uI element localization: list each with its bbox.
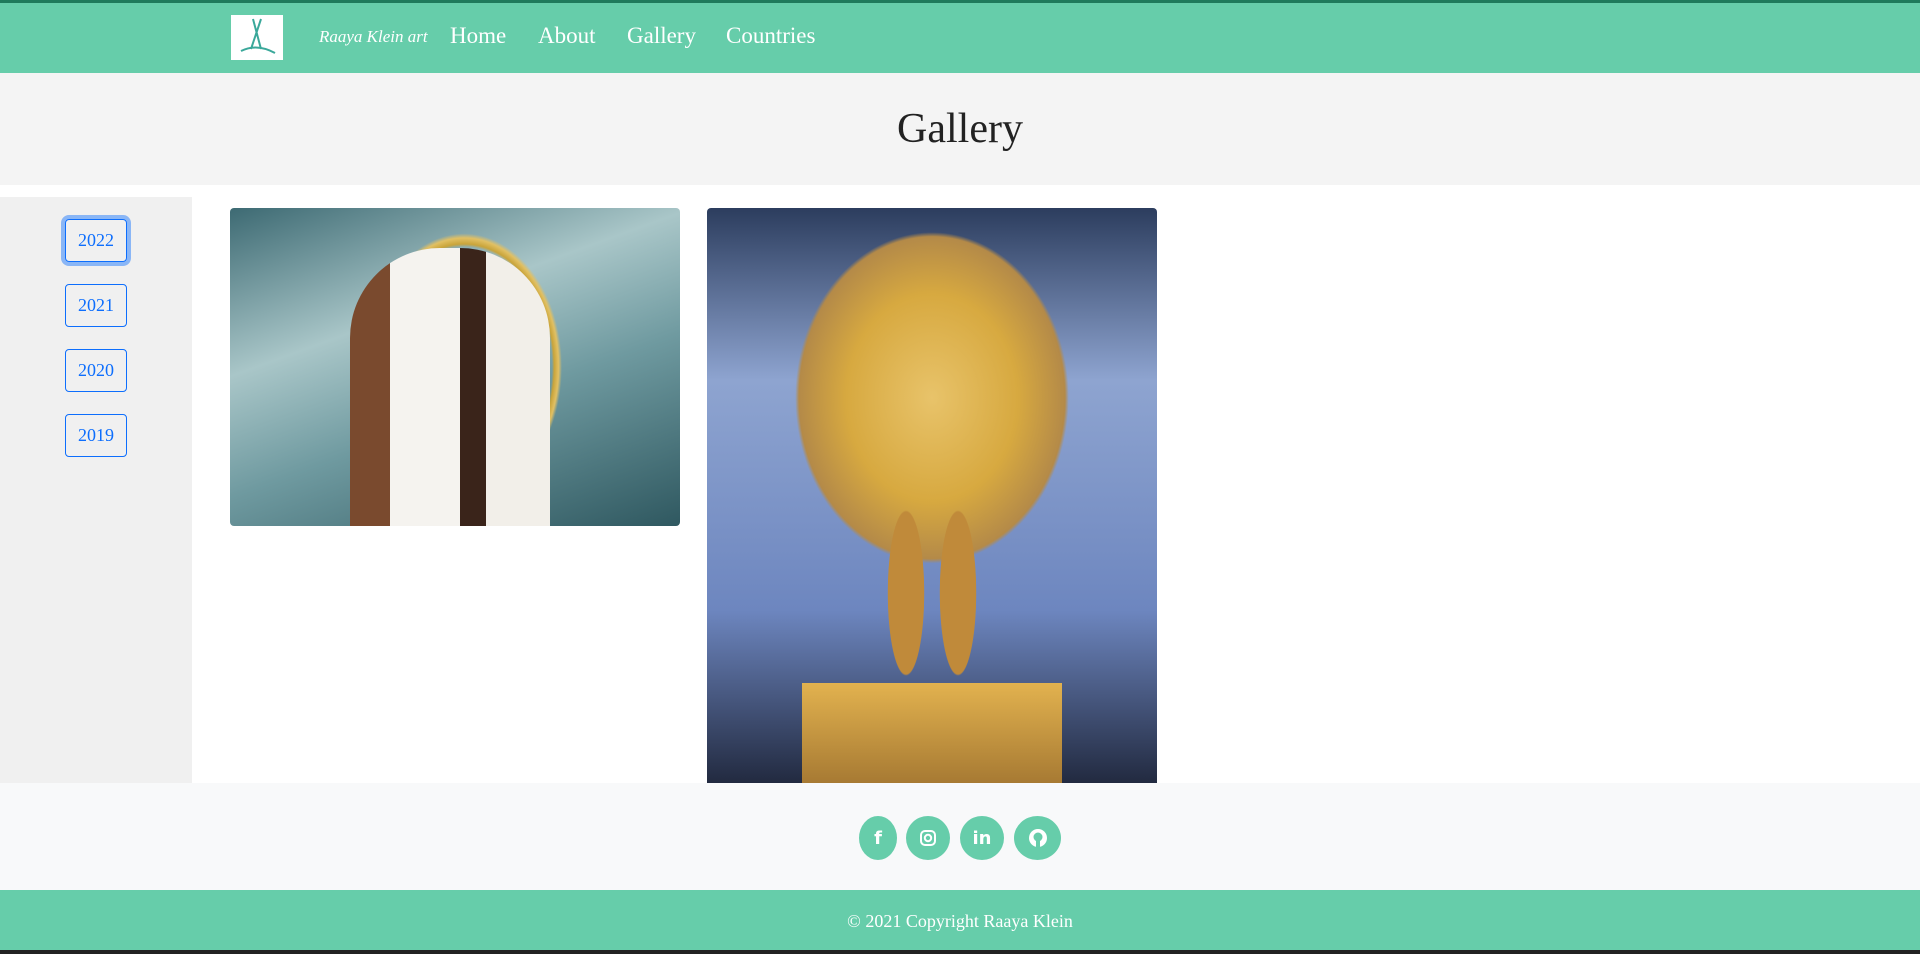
nav-countries[interactable]: Countries [726, 23, 815, 49]
logo[interactable] [231, 15, 283, 60]
social-links: f in [0, 783, 1920, 890]
year-button-2021[interactable]: 2021 [65, 284, 127, 327]
copyright-text: © 2021 Copyright Raaya Klein [847, 911, 1073, 931]
year-button-2019[interactable]: 2019 [65, 414, 127, 457]
page-header: Gallery [0, 73, 1920, 185]
facebook-icon[interactable]: f [859, 816, 897, 860]
nav-gallery[interactable]: Gallery [627, 23, 696, 49]
nav-about[interactable]: About [538, 23, 596, 49]
couple-portrait-painting[interactable] [230, 208, 680, 526]
navbar: Raaya Klein art Home About Gallery Count… [0, 0, 1920, 73]
nav-home[interactable]: Home [450, 23, 506, 49]
page-title: Gallery [897, 106, 1023, 152]
linkedin-icon[interactable]: in [960, 816, 1004, 860]
github-icon[interactable] [1014, 816, 1061, 860]
brand-name[interactable]: Raaya Klein art [319, 27, 428, 47]
bottom-bar [0, 950, 1920, 954]
year-sidebar: 2022 2021 2020 2019 [0, 197, 192, 783]
year-button-2022[interactable]: 2022 [65, 219, 127, 262]
footer: © 2021 Copyright Raaya Klein [0, 890, 1920, 950]
golden-peacock-painting[interactable] [707, 208, 1157, 783]
year-button-2020[interactable]: 2020 [65, 349, 127, 392]
instagram-icon[interactable] [906, 816, 950, 860]
